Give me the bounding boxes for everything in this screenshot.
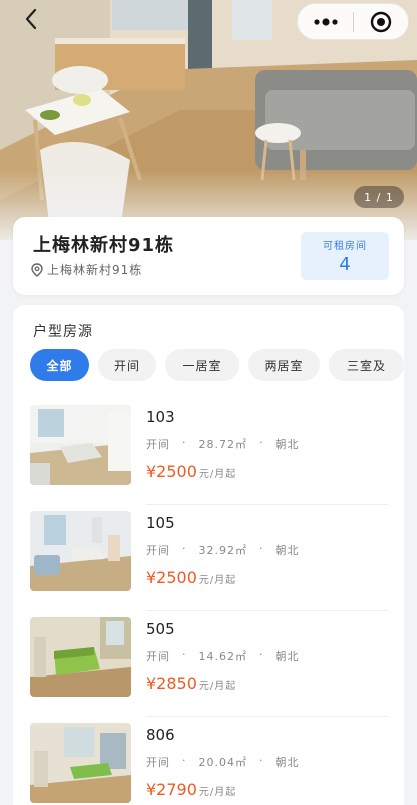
meta-dot: · bbox=[182, 542, 187, 555]
room-area: 32.92㎡ bbox=[198, 544, 247, 557]
more-button[interactable] bbox=[298, 4, 353, 39]
available-rooms-count: 4 bbox=[339, 254, 351, 275]
room-price-unit: 元/月起 bbox=[198, 469, 237, 480]
filter-chip-all[interactable]: 全部 bbox=[30, 349, 89, 381]
close-miniapp-button[interactable] bbox=[354, 4, 408, 39]
room-list-item[interactable]: 806 开间 · 20.04㎡ · 朝北 ¥2790 元/月起 bbox=[30, 717, 388, 805]
room-price-unit: 元/月起 bbox=[198, 787, 237, 798]
room-type: 开间 bbox=[146, 756, 170, 769]
building-title: 上梅林新村91栋 bbox=[33, 235, 175, 256]
room-thumbnail bbox=[30, 511, 131, 591]
room-list-item[interactable]: 103 开间 · 28.72㎡ · 朝北 ¥2500 元/月起 bbox=[30, 399, 388, 505]
room-type-filters: 全部 开间 一居室 两居室 三室及 bbox=[30, 349, 404, 381]
room-orientation: 朝北 bbox=[275, 438, 300, 451]
room-thumbnail bbox=[30, 405, 131, 485]
filter-chip-two-bedroom[interactable]: 两居室 bbox=[248, 349, 320, 381]
room-price: ¥2500 元/月起 bbox=[146, 462, 300, 481]
room-orientation: 朝北 bbox=[275, 544, 300, 557]
building-info-card: 上梅林新村91栋 上梅林新村91栋 可租房间 4 bbox=[13, 217, 404, 295]
meta-dot: · bbox=[182, 648, 187, 661]
more-dots-icon bbox=[313, 17, 338, 26]
building-address[interactable]: 上梅林新村91栋 bbox=[31, 261, 142, 278]
room-thumbnail bbox=[30, 617, 131, 697]
room-price-unit: 元/月起 bbox=[198, 575, 237, 586]
filter-chip-studio[interactable]: 开间 bbox=[98, 349, 156, 381]
rooms-card: 户型房源 全部 开间 一居室 两居室 三室及 103 开间 · 28.72㎡ ·… bbox=[13, 305, 404, 805]
room-type: 开间 bbox=[146, 438, 170, 451]
filter-chip-one-bedroom[interactable]: 一居室 bbox=[165, 349, 239, 381]
photo-pager: 1 / 1 bbox=[354, 186, 404, 208]
room-type: 开间 bbox=[146, 544, 170, 557]
meta-dot: · bbox=[259, 648, 264, 661]
room-price-value: ¥2850 bbox=[146, 674, 197, 693]
room-meta: 开间 · 14.62㎡ · 朝北 bbox=[146, 648, 300, 664]
available-rooms-label: 可租房间 bbox=[323, 241, 367, 252]
target-icon bbox=[370, 11, 392, 32]
room-area: 14.62㎡ bbox=[198, 650, 247, 663]
meta-dot: · bbox=[259, 542, 264, 555]
meta-dot: · bbox=[259, 436, 264, 449]
room-meta: 开间 · 28.72㎡ · 朝北 bbox=[146, 436, 300, 452]
building-address-text: 上梅林新村91栋 bbox=[47, 263, 143, 277]
chevron-left-icon bbox=[25, 8, 37, 30]
room-meta: 开间 · 20.04㎡ · 朝北 bbox=[146, 754, 300, 770]
room-number: 505 bbox=[146, 620, 175, 638]
room-price-unit: 元/月起 bbox=[198, 681, 237, 692]
filter-chip-three-bedroom[interactable]: 三室及 bbox=[329, 349, 404, 381]
room-orientation: 朝北 bbox=[275, 756, 300, 769]
room-type: 开间 bbox=[146, 650, 170, 663]
room-thumbnail bbox=[30, 723, 131, 803]
room-number: 105 bbox=[146, 514, 175, 532]
room-price: ¥2850 元/月起 bbox=[146, 674, 300, 693]
location-pin-icon bbox=[31, 262, 43, 277]
rooms-section-title: 户型房源 bbox=[33, 324, 93, 340]
room-list-item[interactable]: 105 开间 · 32.92㎡ · 朝北 ¥2500 元/月起 bbox=[30, 505, 388, 611]
room-area: 20.04㎡ bbox=[198, 756, 247, 769]
miniapp-capsule bbox=[297, 3, 409, 40]
meta-dot: · bbox=[182, 436, 187, 449]
room-price-value: ¥2500 bbox=[146, 462, 197, 481]
meta-dot: · bbox=[182, 754, 187, 767]
room-number: 806 bbox=[146, 726, 175, 744]
room-price-value: ¥2500 bbox=[146, 568, 197, 587]
room-number: 103 bbox=[146, 408, 175, 426]
back-button[interactable] bbox=[16, 4, 46, 34]
room-list-item[interactable]: 505 开间 · 14.62㎡ · 朝北 ¥2850 元/月起 bbox=[30, 611, 388, 717]
available-rooms-badge: 可租房间 4 bbox=[301, 232, 389, 280]
room-price: ¥2500 元/月起 bbox=[146, 568, 300, 587]
room-meta: 开间 · 32.92㎡ · 朝北 bbox=[146, 542, 300, 558]
meta-dot: · bbox=[259, 754, 264, 767]
room-area: 28.72㎡ bbox=[198, 438, 247, 451]
room-orientation: 朝北 bbox=[275, 650, 300, 663]
room-price-value: ¥2790 bbox=[146, 780, 197, 799]
room-price: ¥2790 元/月起 bbox=[146, 780, 300, 799]
